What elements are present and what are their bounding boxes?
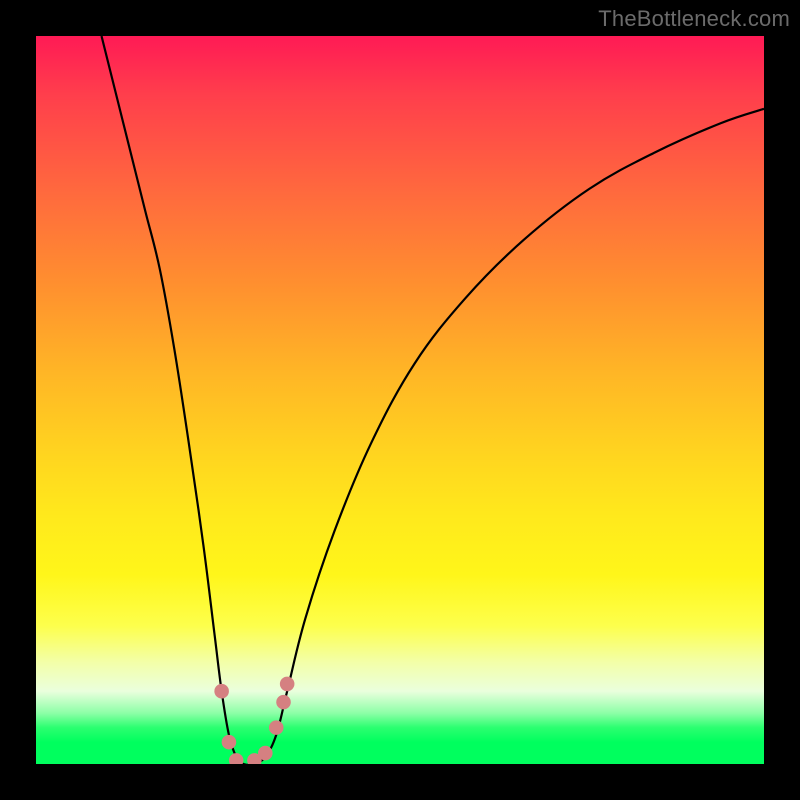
- curve-marker-5: [269, 720, 284, 735]
- curve-marker-7: [280, 677, 295, 692]
- bottleneck-curve: [102, 36, 764, 764]
- curve-layer: [36, 36, 764, 764]
- chart-frame: TheBottleneck.com: [0, 0, 800, 800]
- plot-area: [36, 36, 764, 764]
- curve-marker-1: [222, 735, 237, 750]
- curve-marker-0: [214, 684, 229, 699]
- curve-marker-2: [229, 753, 244, 764]
- curve-marker-4: [258, 746, 273, 761]
- watermark-text: TheBottleneck.com: [598, 6, 790, 32]
- curve-marker-6: [276, 695, 291, 710]
